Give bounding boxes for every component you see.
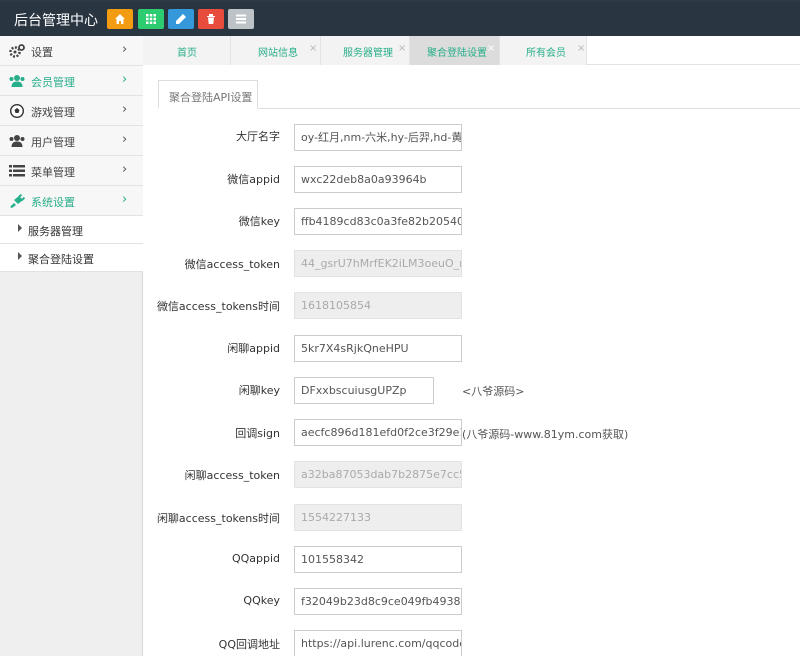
sidebar-item-users[interactable]: 用户管理 ›: [0, 126, 143, 156]
sidebar-item-system-settings[interactable]: 系统设置 ›: [0, 186, 143, 216]
chevron-right-icon: ›: [122, 162, 128, 177]
tab-label: 聚合登陆设置: [427, 48, 487, 59]
chevron-right-icon: ›: [122, 132, 128, 147]
home-button[interactable]: [107, 9, 133, 29]
wechat-appid-input[interactable]: wxc22deb8a0a93964b: [294, 166, 462, 193]
tab-bar: 首页 网站信息 × 服务器管理 × 聚合登陆设置 × 所有会员 ×: [143, 36, 800, 65]
tab-aggregate-login[interactable]: 聚合登陆设置 ×: [410, 36, 500, 65]
panel-tab-label: 聚合登陆API设置: [169, 91, 253, 104]
chevron-right-icon: ›: [122, 192, 128, 207]
field-label: 闲聊key: [238, 384, 280, 397]
edit-button[interactable]: [168, 9, 194, 29]
tab-home[interactable]: 首页: [143, 36, 231, 65]
tab-site-info[interactable]: 网站信息 ×: [231, 36, 321, 65]
app-title: 后台管理中心: [14, 13, 98, 29]
qq-callback-url-input[interactable]: https://api.lurenc.com/qqcode: [294, 630, 462, 656]
tab-server-management[interactable]: 服务器管理 ×: [321, 36, 410, 65]
field-label: 微信access_tokens时间: [156, 300, 280, 313]
field-label: 闲聊appid: [227, 342, 280, 355]
delete-button[interactable]: [198, 9, 224, 29]
tab-close-icon[interactable]: ×: [577, 43, 585, 54]
grid-button[interactable]: [138, 9, 164, 29]
qq-key-input[interactable]: f32049b23d8c9ce049fb4938cc: [294, 588, 462, 615]
xianliao-appid-input[interactable]: 5kr7X4sRjkQneHPU: [294, 335, 462, 362]
sidebar-subitem-label: 服务器管理: [28, 225, 83, 238]
chevron-right-icon: ›: [122, 72, 128, 87]
tab-close-icon[interactable]: ×: [309, 43, 317, 54]
field-note: (八爷源码-www.81ym.com获取): [462, 428, 629, 441]
sidebar-item-label: 会员管理: [31, 76, 75, 89]
grid-icon: [146, 14, 156, 24]
field-label: QQappid: [231, 552, 280, 565]
wechat-access-token-input: 44_gsrU7hMrfEK2iLM3oeuO_n: [294, 250, 462, 277]
tab-label: 所有会员: [526, 48, 566, 59]
sidebar-item-members[interactable]: 会员管理 ›: [0, 66, 143, 96]
sidebar-item-games[interactable]: 游戏管理 ›: [0, 96, 143, 126]
xianliao-key-input[interactable]: DFxxbscuiusgUPZp: [294, 377, 434, 404]
field-label: 闲聊access_token: [184, 469, 280, 482]
sidebar-item-label: 用户管理: [31, 136, 75, 149]
lobby-name-input[interactable]: oy-红月,nm-六米,hy-后羿,hd-黄: [294, 124, 462, 151]
field-label: QQkey: [243, 594, 280, 607]
tab-label: 服务器管理: [343, 48, 393, 59]
users-icon: [9, 75, 25, 87]
qq-appid-input[interactable]: 101558342: [294, 546, 462, 573]
sidebar-subitem-aggregate-login[interactable]: 聚合登陆设置: [0, 244, 143, 272]
tab-label: 网站信息: [258, 48, 298, 59]
callback-sign-input[interactable]: aecfc896d181efd0f2ce3f29e11: [294, 419, 462, 446]
soccer-ball-icon: [10, 104, 24, 118]
tab-all-members[interactable]: 所有会员 ×: [500, 36, 587, 65]
list-button[interactable]: [228, 9, 254, 29]
sidebar: 设置 › 会员管理 › 游戏管理 › 用户管理 › 菜单管理 › 系统设置 › …: [0, 36, 143, 656]
field-label: 回调sign: [235, 427, 280, 440]
gears-icon: [9, 44, 25, 58]
field-label: 大厅名字: [236, 130, 280, 143]
xianliao-access-tokens-time-input: 1554227133: [294, 504, 462, 531]
field-note: <八爷源码>: [462, 385, 525, 398]
caret-right-icon: [18, 252, 22, 260]
field-label: 微信appid: [227, 173, 280, 186]
menu-list-icon: [9, 165, 25, 177]
panel-tab-api-settings[interactable]: 聚合登陆API设置: [158, 80, 258, 109]
tab-close-icon[interactable]: ×: [398, 43, 406, 54]
wechat-key-input[interactable]: ffb4189cd83c0a3fe82b205402a: [294, 208, 462, 235]
caret-right-icon: [18, 224, 22, 232]
field-label: 闲聊access_tokens时间: [156, 512, 280, 525]
top-bar: 后台管理中心: [0, 0, 800, 36]
tab-label: 首页: [177, 48, 197, 59]
chevron-right-icon: ›: [122, 102, 128, 117]
chevron-right-icon: ›: [122, 42, 128, 57]
home-icon: [115, 14, 125, 24]
sidebar-item-label: 系统设置: [31, 196, 75, 209]
plug-icon: [10, 194, 25, 208]
sidebar-item-label: 游戏管理: [31, 106, 75, 119]
list-icon: [236, 14, 246, 24]
user-group-icon: [9, 135, 25, 147]
sidebar-subitem-label: 聚合登陆设置: [28, 253, 94, 266]
wechat-access-tokens-time-input: 1618105854: [294, 292, 462, 319]
field-label: 微信access_token: [184, 258, 280, 271]
sidebar-item-settings[interactable]: 设置 ›: [0, 36, 143, 66]
trash-icon: [207, 14, 215, 24]
field-label: 微信key: [238, 215, 280, 228]
tab-close-icon[interactable]: ×: [487, 43, 495, 54]
sidebar-subitem-server-management[interactable]: 服务器管理: [0, 216, 143, 244]
pencil-icon: [176, 14, 186, 24]
sidebar-item-label: 设置: [31, 46, 53, 59]
sidebar-item-label: 菜单管理: [31, 166, 75, 179]
sidebar-item-menus[interactable]: 菜单管理 ›: [0, 156, 143, 186]
xianliao-access-token-input: a32ba87053dab7b2875e7cc54: [294, 461, 462, 488]
field-label: QQ回调地址: [218, 638, 280, 651]
